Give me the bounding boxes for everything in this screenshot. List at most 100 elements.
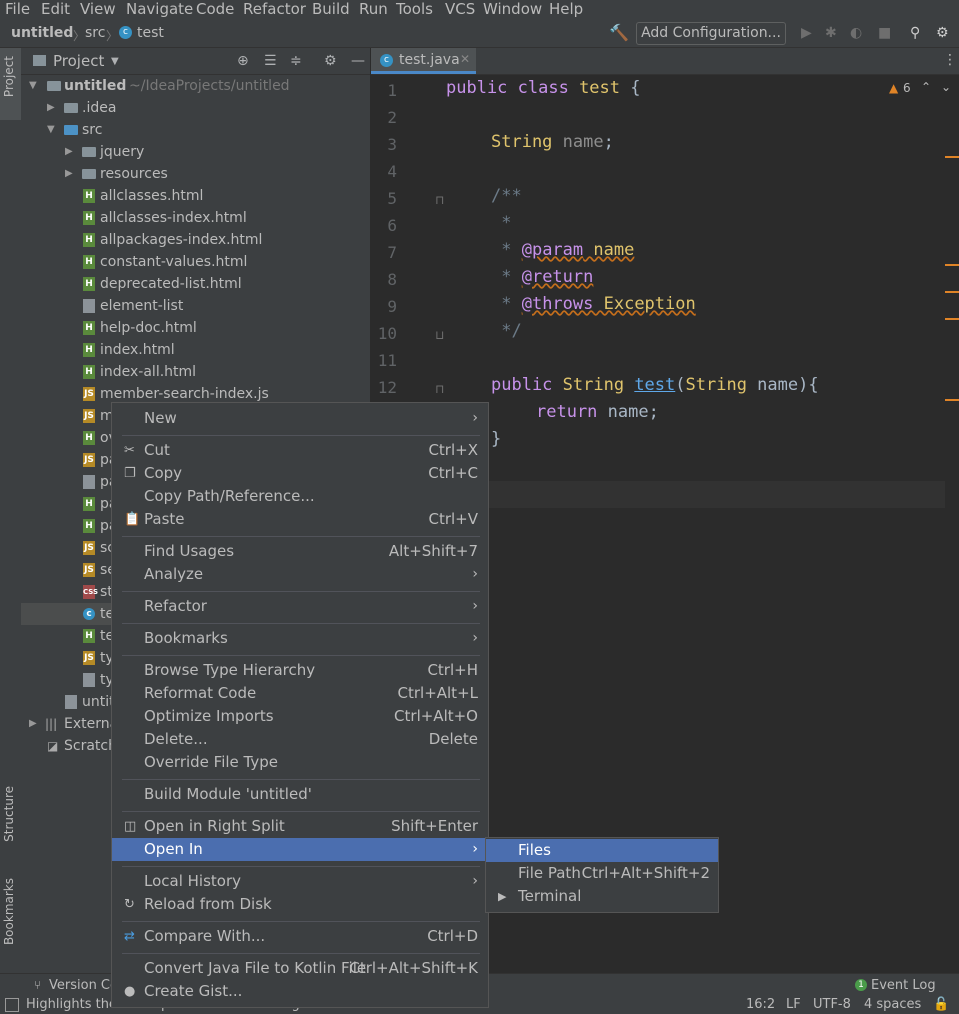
menu-item-browse-type-hierarchy[interactable]: Browse Type Hierarchy Ctrl+H: [112, 659, 488, 682]
menu-run[interactable]: Run: [359, 0, 388, 18]
expand-all-icon[interactable]: ☰: [264, 53, 277, 69]
menu-item-open-right-split[interactable]: ◫ Open in Right Split Shift+Enter: [112, 815, 488, 838]
close-tab-icon[interactable]: ✕: [460, 52, 470, 66]
warning-count[interactable]: 6: [903, 81, 911, 95]
hide-panel-icon[interactable]: —: [351, 53, 365, 69]
menu-item-reformat-code[interactable]: Reformat Code Ctrl+Alt+L: [112, 682, 488, 705]
fold-icon[interactable]: ⊓: [435, 193, 444, 207]
warning-marker[interactable]: [945, 291, 959, 293]
submenu-item-terminal[interactable]: ▶ Terminal: [486, 885, 718, 908]
fold-icon[interactable]: ⊓: [435, 382, 444, 396]
bookmarks-tool-tab[interactable]: Bookmarks: [2, 878, 16, 945]
menu-item-compare-with[interactable]: ⇄ Compare With... Ctrl+D: [112, 925, 488, 948]
menu-build[interactable]: Build: [312, 0, 350, 18]
tree-row[interactable]: Hindex.html: [21, 339, 370, 361]
lock-icon[interactable]: 🔓: [933, 997, 949, 1012]
locate-target-icon[interactable]: ⊕: [237, 53, 249, 69]
tree-row[interactable]: Hdeprecated-list.html: [21, 273, 370, 295]
warning-icon[interactable]: ▲: [889, 81, 898, 95]
menu-item-reload-from-disk[interactable]: ↻ Reload from Disk: [112, 893, 488, 916]
tree-row[interactable]: ▼ src: [21, 119, 370, 141]
menu-item-cut[interactable]: ✂ Cut Ctrl+X: [112, 439, 488, 462]
menu-item-copy-path[interactable]: Copy Path/Reference...: [112, 485, 488, 508]
menu-vcs[interactable]: VCS: [445, 0, 475, 18]
tree-row[interactable]: Hallclasses-index.html: [21, 207, 370, 229]
structure-tool-tab[interactable]: Structure: [2, 786, 16, 842]
project-tool-tab[interactable]: Project: [2, 56, 16, 97]
caret-position[interactable]: 16:2: [746, 997, 775, 1012]
fold-icon[interactable]: ⊔: [435, 328, 444, 342]
tree-row[interactable]: Hhelp-doc.html: [21, 317, 370, 339]
menu-item-create-gist[interactable]: ● Create Gist...: [112, 980, 488, 1003]
line-separator[interactable]: LF: [786, 997, 801, 1012]
event-log-tab[interactable]: Event Log: [871, 978, 936, 993]
chevron-right-icon[interactable]: ▶: [47, 97, 55, 119]
chevron-down-icon[interactable]: ▼: [29, 75, 37, 97]
editor-tab-test-java[interactable]: c test.java ✕: [371, 48, 476, 74]
tree-row[interactable]: Hallclasses.html: [21, 185, 370, 207]
collapse-all-icon[interactable]: ≑: [290, 53, 302, 69]
more-tabs-icon[interactable]: ⋮: [943, 52, 957, 68]
debug-icon[interactable]: ✱: [825, 25, 837, 41]
menu-code[interactable]: Code: [196, 0, 234, 18]
submenu-item-file-path[interactable]: File Path Ctrl+Alt+Shift+2: [486, 862, 718, 885]
breadcrumb-file[interactable]: test: [137, 25, 164, 41]
dropdown-caret-icon[interactable]: ▼: [111, 56, 119, 67]
menu-item-optimize-imports[interactable]: Optimize Imports Ctrl+Alt+O: [112, 705, 488, 728]
chevron-down-icon[interactable]: ▼: [47, 119, 55, 141]
toggle-tool-windows-icon[interactable]: [5, 998, 19, 1012]
run-icon[interactable]: ▶: [801, 25, 812, 41]
previous-highlight-icon[interactable]: ⌃: [921, 80, 931, 94]
tree-row[interactable]: ▶ jquery: [21, 141, 370, 163]
menu-navigate[interactable]: Navigate: [126, 0, 193, 18]
menu-item-bookmarks[interactable]: Bookmarks ›: [112, 627, 488, 650]
breadcrumb-folder[interactable]: src: [85, 25, 105, 41]
tree-row-root[interactable]: ▼ untitled ~/IdeaProjects/untitled: [21, 75, 370, 97]
warning-marker[interactable]: [945, 318, 959, 320]
coverage-icon[interactable]: ◐: [850, 25, 862, 41]
menu-item-find-usages[interactable]: Find Usages Alt+Shift+7: [112, 540, 488, 563]
menu-file[interactable]: File: [5, 0, 30, 18]
menu-item-refactor[interactable]: Refactor ›: [112, 595, 488, 618]
project-panel-title[interactable]: Project: [53, 52, 104, 70]
add-configuration-button[interactable]: Add Configuration...: [636, 22, 786, 45]
menu-item-new[interactable]: New ›: [112, 407, 488, 430]
tree-row[interactable]: element-list: [21, 295, 370, 317]
menu-tools[interactable]: Tools: [396, 0, 433, 18]
menu-window[interactable]: Window: [483, 0, 542, 18]
menu-item-copy[interactable]: ❐ Copy Ctrl+C: [112, 462, 488, 485]
breadcrumb-project[interactable]: untitled: [11, 25, 73, 41]
warning-marker[interactable]: [945, 264, 959, 266]
warning-marker[interactable]: [945, 399, 959, 401]
menu-help[interactable]: Help: [549, 0, 583, 18]
next-highlight-icon[interactable]: ⌄: [941, 80, 951, 94]
tree-row[interactable]: ▶ .idea: [21, 97, 370, 119]
indent-setting[interactable]: 4 spaces: [864, 997, 921, 1012]
menu-view[interactable]: View: [80, 0, 116, 18]
tree-row[interactable]: ▶ resources: [21, 163, 370, 185]
menu-item-analyze[interactable]: Analyze ›: [112, 563, 488, 586]
stop-icon[interactable]: ■: [878, 25, 891, 41]
tree-row[interactable]: Hallpackages-index.html: [21, 229, 370, 251]
warning-marker[interactable]: [945, 156, 959, 158]
menu-refactor[interactable]: Refactor: [243, 0, 306, 18]
file-encoding[interactable]: UTF-8: [813, 997, 851, 1012]
menu-item-build-module[interactable]: Build Module 'untitled': [112, 783, 488, 806]
search-icon[interactable]: ⚲: [910, 25, 920, 41]
chevron-right-icon[interactable]: ▶: [29, 713, 37, 735]
build-hammer-icon[interactable]: 🔨: [609, 23, 629, 42]
version-control-tab[interactable]: Version Co: [49, 978, 118, 993]
submenu-item-files[interactable]: Files: [486, 839, 718, 862]
chevron-right-icon[interactable]: ▶: [65, 163, 73, 185]
menu-item-convert-to-kotlin[interactable]: Convert Java File to Kotlin File Ctrl+Alt…: [112, 957, 488, 980]
settings-gear-icon[interactable]: ⚙: [936, 25, 949, 41]
menu-item-override-file-type[interactable]: Override File Type: [112, 751, 488, 774]
tree-row[interactable]: Hconstant-values.html: [21, 251, 370, 273]
panel-settings-gear-icon[interactable]: ⚙: [324, 53, 337, 69]
menu-item-delete[interactable]: Delete... Delete: [112, 728, 488, 751]
chevron-right-icon[interactable]: ▶: [65, 141, 73, 163]
tree-row[interactable]: Hindex-all.html: [21, 361, 370, 383]
menu-item-open-in[interactable]: Open In ›: [112, 838, 488, 861]
menu-item-paste[interactable]: 📋 Paste Ctrl+V: [112, 508, 488, 531]
menu-item-local-history[interactable]: Local History ›: [112, 870, 488, 893]
